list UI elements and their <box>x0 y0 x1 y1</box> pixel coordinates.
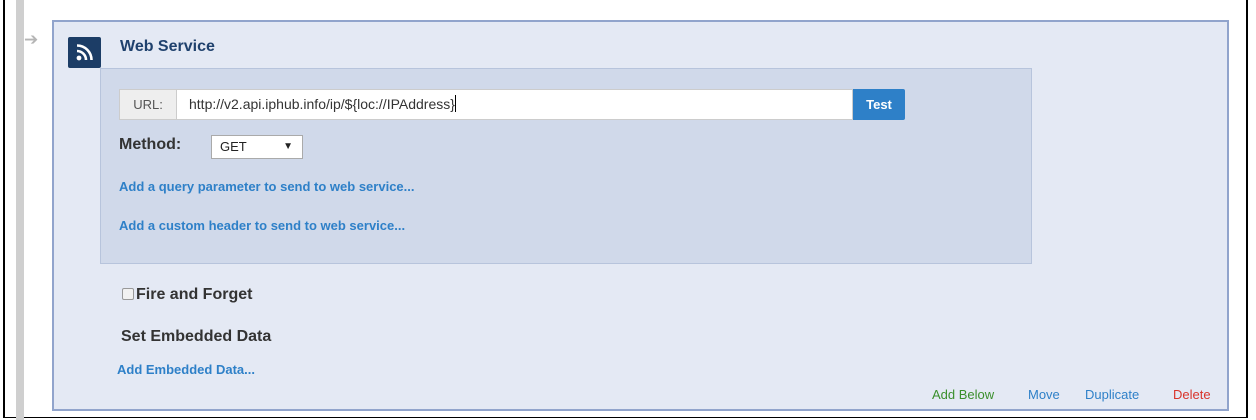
dropdown-arrow-icon: ▼ <box>283 141 293 152</box>
text-caret <box>454 95 456 112</box>
rss-icon <box>68 37 101 68</box>
url-label: URL: <box>119 89 177 120</box>
method-label: Method: <box>119 136 182 153</box>
web-service-config-panel: URL: http://v2.api.iphub.info/ip/${loc:/… <box>100 68 1032 264</box>
add-below-link[interactable]: Add Below <box>932 387 994 402</box>
add-embedded-data-link[interactable]: Add Embedded Data... <box>117 362 255 377</box>
method-select[interactable]: GET ▼ <box>211 135 303 159</box>
add-custom-header-link[interactable]: Add a custom header to send to web servi… <box>119 218 405 233</box>
delete-link[interactable]: Delete <box>1173 387 1211 402</box>
add-query-parameter-link[interactable]: Add a query parameter to send to web ser… <box>119 179 414 194</box>
test-button[interactable]: Test <box>853 89 905 120</box>
element-title: Web Service <box>120 38 215 55</box>
web-service-element: Web Service URL: http://v2.api.iphub.inf… <box>52 20 1229 411</box>
fire-and-forget-checkbox[interactable] <box>122 288 134 300</box>
fire-and-forget-label: Fire and Forget <box>136 286 253 303</box>
flow-connector <box>16 0 24 420</box>
set-embedded-data-title: Set Embedded Data <box>121 328 272 345</box>
move-link[interactable]: Move <box>1028 387 1060 402</box>
duplicate-link[interactable]: Duplicate <box>1085 387 1139 402</box>
flow-arrow-icon: ➔ <box>24 30 39 49</box>
url-value: http://v2.api.iphub.info/ip/${loc://IPAd… <box>189 96 455 112</box>
method-selected-value: GET <box>220 139 247 154</box>
url-input[interactable]: http://v2.api.iphub.info/ip/${loc://IPAd… <box>177 89 853 120</box>
